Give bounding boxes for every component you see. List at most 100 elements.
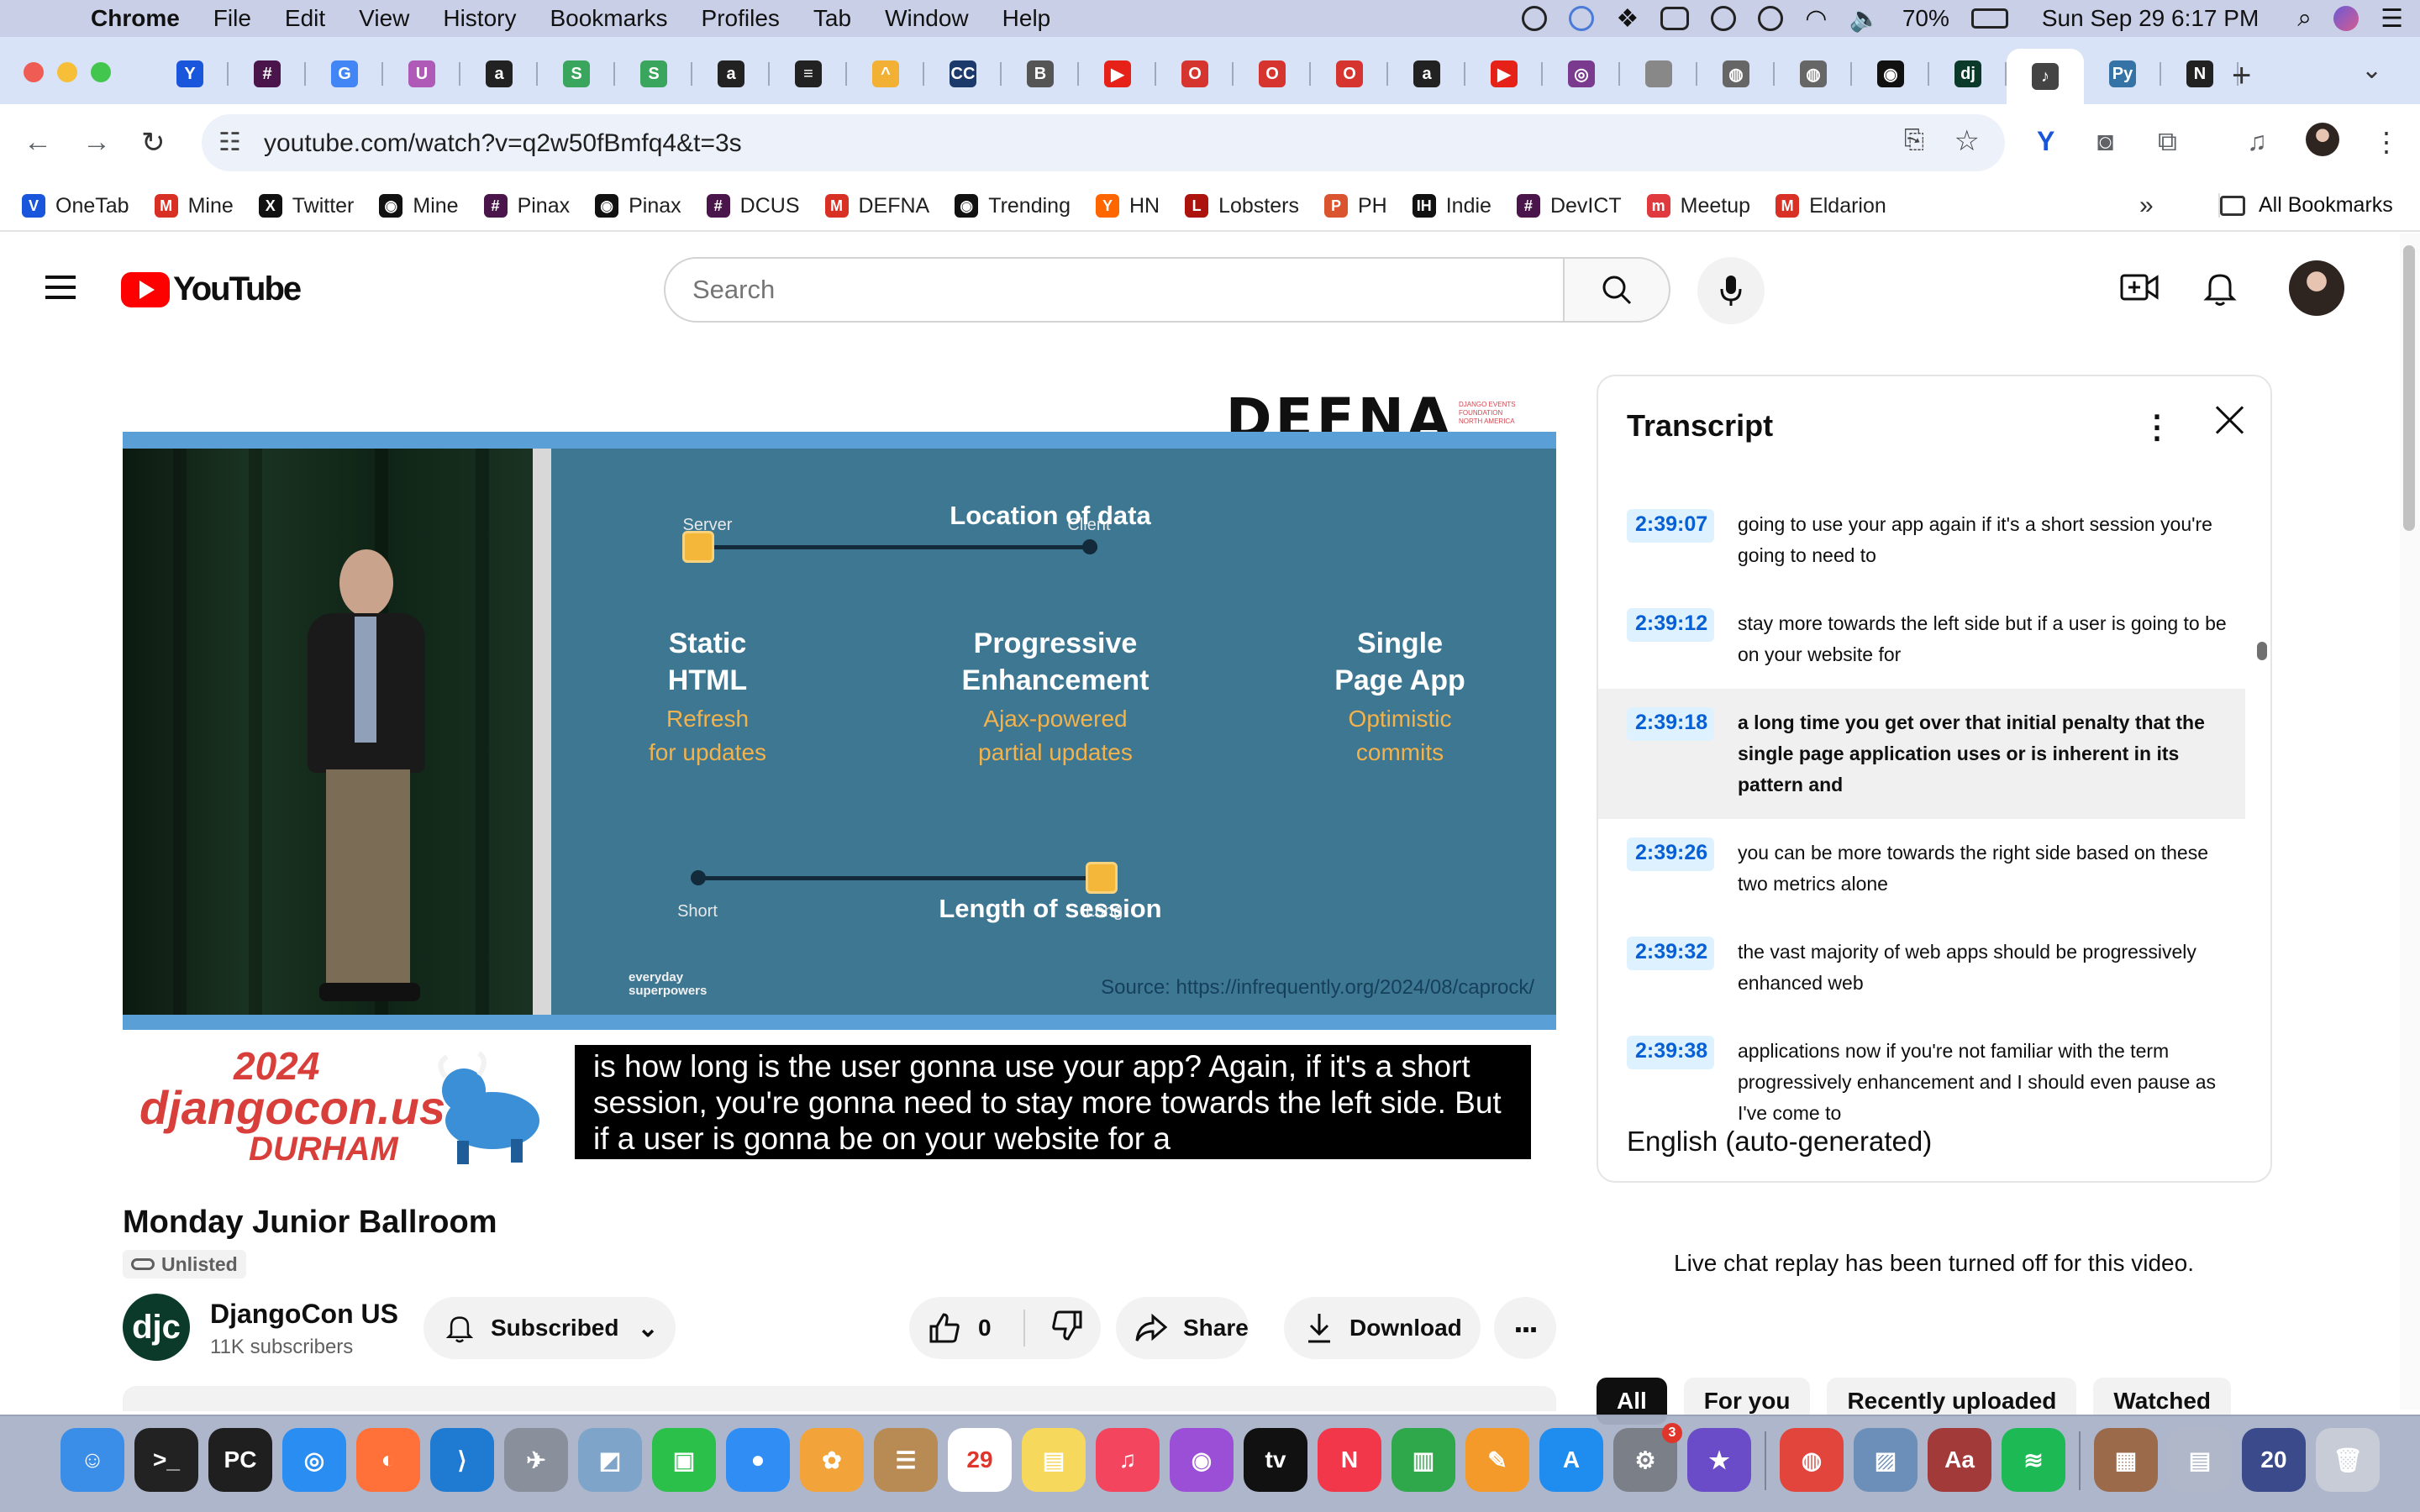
screenshot-icon[interactable]: ▤ bbox=[2168, 1428, 2232, 1492]
browser-tab[interactable]: O bbox=[1234, 49, 1311, 99]
browser-tab[interactable]: U bbox=[383, 49, 460, 99]
volume-icon[interactable]: 🔈 bbox=[1849, 4, 1880, 34]
segment-timestamp[interactable]: 2:39:18 bbox=[1627, 707, 1714, 741]
vee-extension-icon[interactable]: Y bbox=[2037, 126, 2054, 157]
menu-help[interactable]: Help bbox=[1002, 5, 1051, 32]
url-text[interactable]: youtube.com/watch?v=q2w50fBmfq4&t=3s bbox=[264, 129, 742, 158]
bookmark-item[interactable]: ◉ Pinax bbox=[595, 194, 681, 218]
maximize-window-button[interactable] bbox=[91, 62, 111, 82]
browser-tab[interactable]: ◍ bbox=[1697, 49, 1775, 99]
browser-tab[interactable]: CC bbox=[924, 49, 1002, 99]
bookmark-item[interactable]: V OneTab bbox=[22, 194, 129, 218]
news-icon[interactable]: N bbox=[1318, 1428, 1381, 1492]
channel-avatar[interactable]: djc bbox=[123, 1294, 190, 1361]
facetime-icon[interactable]: ▣ bbox=[652, 1428, 716, 1492]
browser-tab[interactable]: ◉ bbox=[1852, 49, 1929, 99]
browser-tab[interactable]: ♪ bbox=[2007, 49, 2084, 104]
chrome-icon[interactable]: ◍ bbox=[1780, 1428, 1844, 1492]
wifi-icon[interactable]: ◠ bbox=[1805, 4, 1827, 34]
menu-profiles[interactable]: Profiles bbox=[702, 5, 780, 32]
bookmark-item[interactable]: M Eldarion bbox=[1776, 194, 1886, 218]
bookmark-item[interactable]: # DCUS bbox=[706, 194, 800, 218]
bookmarks-overflow-chevron-icon[interactable]: » bbox=[2139, 192, 2154, 220]
youtube-logo[interactable]: YouTube bbox=[121, 270, 302, 308]
page-scrollbar-thumb[interactable] bbox=[2403, 245, 2415, 531]
transcript-segment[interactable]: 2:39:18 a long time you get over that ini… bbox=[1598, 689, 2245, 819]
bookmark-item[interactable]: Y HN bbox=[1095, 194, 1160, 218]
chrome-menu-icon[interactable]: ⋮ bbox=[2373, 126, 2400, 158]
dictionary-icon[interactable]: Aa bbox=[1928, 1428, 1991, 1492]
numbers-icon[interactable]: ▥ bbox=[1392, 1428, 1455, 1492]
preview-icon[interactable]: ◩ bbox=[578, 1428, 642, 1492]
like-button[interactable]: 0 bbox=[909, 1311, 992, 1345]
browser-tab[interactable]: N bbox=[2161, 49, 2238, 99]
focus-icon[interactable] bbox=[1758, 6, 1784, 31]
account-avatar[interactable] bbox=[2289, 260, 2344, 316]
bookmark-item[interactable]: ◉ Trending bbox=[955, 194, 1071, 218]
vpn-icon[interactable] bbox=[1522, 6, 1548, 31]
browser-tab[interactable]: G bbox=[306, 49, 383, 99]
imovie-icon[interactable]: ★ bbox=[1687, 1428, 1751, 1492]
menu-clock[interactable]: Sun Sep 29 6:17 PM bbox=[2042, 5, 2259, 32]
firefox-icon[interactable]: ◐ bbox=[356, 1428, 420, 1492]
bookmark-item[interactable]: # DevICT bbox=[1516, 194, 1622, 218]
share-button[interactable]: Share bbox=[1116, 1297, 1249, 1359]
back-arrow-icon[interactable]: ← bbox=[24, 126, 52, 159]
menu-file[interactable]: File bbox=[213, 5, 251, 32]
spotlight-icon[interactable]: ⌕ bbox=[2297, 4, 2312, 33]
battery-icon[interactable] bbox=[1970, 8, 2008, 29]
browser-tab[interactable]: S bbox=[615, 49, 692, 99]
terminal-icon[interactable]: >_ bbox=[134, 1428, 198, 1492]
menu-window[interactable]: Window bbox=[885, 5, 969, 32]
browser-tab[interactable]: ^ bbox=[847, 49, 924, 99]
onepassword-icon[interactable] bbox=[1711, 6, 1737, 31]
bookmark-item[interactable]: M DEFNA bbox=[824, 194, 929, 218]
appstore-icon[interactable]: A bbox=[1539, 1428, 1603, 1492]
browser-tab[interactable]: ◍ bbox=[1775, 49, 1852, 99]
browser-tab[interactable]: S bbox=[538, 49, 615, 99]
bookmark-item[interactable]: P PH bbox=[1323, 194, 1387, 218]
menu-bookmarks[interactable]: Bookmarks bbox=[550, 5, 667, 32]
browser-tab[interactable]: dj bbox=[1929, 49, 2007, 99]
subscribed-button[interactable]: Subscribed ⌄ bbox=[424, 1297, 676, 1359]
tab-search-chevron-icon[interactable]: ⌄ bbox=[2361, 55, 2382, 85]
dropbox-icon[interactable]: ❖ bbox=[1616, 4, 1639, 34]
bookmark-item[interactable]: IH Indie bbox=[1412, 194, 1491, 218]
siri-icon[interactable] bbox=[2333, 6, 2360, 31]
new-tab-button[interactable]: + bbox=[2232, 57, 2251, 95]
page-scrollbar[interactable] bbox=[2400, 234, 2420, 1410]
browser-tab[interactable]: ▶ bbox=[1465, 49, 1543, 99]
search-button[interactable] bbox=[1563, 257, 1670, 323]
bookmark-item[interactable]: ◉ Mine bbox=[379, 194, 459, 218]
hamburger-menu-icon[interactable] bbox=[45, 276, 76, 299]
segment-timestamp[interactable]: 2:39:38 bbox=[1627, 1036, 1714, 1069]
channel-name[interactable]: DjangoCon US bbox=[210, 1299, 398, 1330]
finder-icon[interactable]: ☺ bbox=[60, 1428, 124, 1492]
dislike-button[interactable] bbox=[1050, 1309, 1084, 1348]
photos-icon[interactable]: ✿ bbox=[800, 1428, 864, 1492]
minimize-window-button[interactable] bbox=[57, 62, 77, 82]
safari-icon[interactable]: ◎ bbox=[282, 1428, 346, 1492]
settings-icon[interactable]: ⚙ 3 bbox=[1613, 1423, 1682, 1492]
window-icon[interactable] bbox=[1660, 7, 1690, 30]
browser-tab[interactable]: a bbox=[692, 49, 770, 99]
podcasts-icon[interactable]: ◉ bbox=[1170, 1428, 1234, 1492]
pycharm-icon[interactable]: PC bbox=[208, 1428, 272, 1492]
photo-stack-icon[interactable]: ▦ bbox=[2094, 1428, 2158, 1492]
transcript-segment[interactable]: 2:39:32 the vast majority of web apps sho… bbox=[1598, 918, 2270, 1017]
transcript-segment[interactable]: 2:39:12 stay more towards the left side b… bbox=[1598, 590, 2270, 689]
calendar-icon[interactable]: 29 bbox=[948, 1428, 1012, 1492]
segment-timestamp[interactable]: 2:39:32 bbox=[1627, 937, 1714, 970]
media-control-icon[interactable]: ♫ bbox=[2247, 126, 2267, 157]
vscode-icon[interactable]: ⟩ bbox=[430, 1428, 494, 1492]
browser-tab[interactable]: ≡ bbox=[770, 49, 847, 99]
launchpad-icon[interactable]: ✈ bbox=[504, 1428, 568, 1492]
browser-tab[interactable]: a bbox=[1388, 49, 1465, 99]
video-player[interactable]: DEFNA DJANGO EVENTS FOUNDATION NORTH AME… bbox=[123, 371, 1556, 1174]
address-bar[interactable]: ☷ youtube.com/watch?v=q2w50fBmfq4&t=3s ⎘… bbox=[202, 114, 2005, 171]
extensions-puzzle-icon[interactable]: ⧉ bbox=[2158, 126, 2177, 158]
search-input[interactable] bbox=[666, 259, 1563, 321]
create-video-button[interactable] bbox=[2119, 269, 2160, 310]
browser-tab[interactable] bbox=[1620, 49, 1697, 99]
download-button[interactable]: Download bbox=[1284, 1297, 1481, 1359]
